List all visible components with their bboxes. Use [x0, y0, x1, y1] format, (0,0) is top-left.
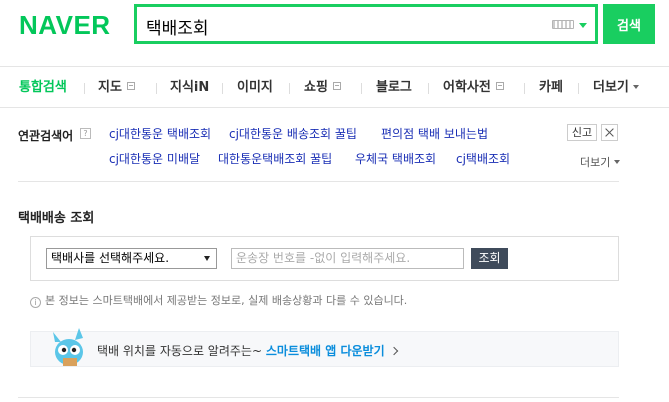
carrier-select-value: 택배사를 선택해주세요. [51, 251, 170, 265]
info-icon: i [30, 297, 41, 308]
tab-more[interactable]: 더보기 [593, 79, 639, 97]
help-icon[interactable]: ? [80, 128, 91, 139]
tab-divider [578, 83, 579, 94]
tab-images[interactable]: 이미지 [237, 79, 273, 97]
tab-blog[interactable]: 블로그 [376, 79, 412, 97]
new-window-icon [495, 82, 504, 90]
related-search-link[interactable]: cj대한통운 택배조회 [109, 127, 211, 141]
related-search-link[interactable]: cj대한통운 미배달 [109, 152, 200, 166]
tab-label: 지도 [98, 80, 122, 95]
more-label: 더보기 [580, 156, 611, 169]
carrier-select[interactable]: 택배사를 선택해주세요. [46, 248, 217, 269]
section-divider [18, 181, 619, 182]
banner-message: 택배 위치를 자동으로 알려주는~ [97, 344, 263, 358]
related-search-link[interactable]: 대한통운택배조회 꿀팁 [218, 152, 332, 166]
autocomplete-toggle-icon[interactable] [579, 23, 587, 28]
header: NAVER 검색 [0, 0, 669, 62]
mascot-icon [53, 328, 83, 366]
info-notice: i 본 정보는 스마트택배에서 제공받는 정보로, 실제 배송상황과 다를 수 있… [30, 292, 407, 308]
related-search-link[interactable]: 우체국 택배조회 [355, 152, 436, 166]
tab-label: 더보기 [593, 80, 629, 95]
related-more-button[interactable]: 더보기 [580, 154, 621, 170]
related-searches: 연관검색어 ? cj대한통운 택배조회 cj대한통운 배송조회 꿀팁 편의점 택… [0, 109, 669, 181]
tab-cafe[interactable]: 카페 [539, 79, 563, 97]
tab-kin[interactable]: 지식iN [170, 79, 209, 97]
search-tabs: 통합검색 지도 지식iN 이미지 쇼핑 블로그 어학사전 카페 더보기 [0, 66, 669, 108]
tab-dictionary[interactable]: 어학사전 [443, 79, 504, 97]
tab-divider [524, 83, 525, 94]
tab-shopping[interactable]: 쇼핑 [304, 79, 341, 97]
search-box[interactable] [134, 4, 598, 44]
lookup-button[interactable]: 조회 [471, 248, 508, 269]
app-download-banner[interactable]: 택배 위치를 자동으로 알려주는~ 스마트택배 앱 다운받기 [30, 328, 619, 367]
tab-divider [156, 83, 157, 94]
tab-map[interactable]: 지도 [98, 79, 135, 97]
related-search-link[interactable]: 편의점 택배 보내는법 [381, 127, 488, 141]
related-search-link[interactable]: cj택배조회 [456, 152, 510, 166]
tab-divider [428, 83, 429, 94]
tab-divider [84, 83, 85, 94]
delivery-section-title: 택배배송 조회 [18, 211, 95, 226]
tab-integrated-search[interactable]: 통합검색 [19, 79, 67, 97]
chevron-down-icon [204, 256, 210, 261]
chevron-down-icon [614, 160, 621, 164]
related-search-link[interactable]: cj대한통운 배송조회 꿀팁 [229, 127, 357, 141]
tab-divider [289, 83, 290, 94]
tab-label: 어학사전 [443, 80, 491, 95]
new-window-icon [332, 82, 341, 90]
tab-divider [361, 83, 362, 94]
keyboard-icon[interactable] [552, 20, 574, 29]
info-text: 본 정보는 스마트택배에서 제공받는 정보로, 실제 배송상황과 다를 수 있습… [45, 294, 408, 307]
naver-logo[interactable]: NAVER [19, 10, 111, 40]
close-icon[interactable] [601, 124, 618, 141]
new-window-icon [126, 82, 135, 90]
chevron-down-icon [632, 85, 639, 89]
search-input[interactable] [146, 13, 526, 39]
tab-label: 쇼핑 [304, 80, 328, 95]
tracking-number-input[interactable]: 운송장 번호를 -없이 입력해주세요. [231, 248, 464, 269]
tracking-form: 택배사를 선택해주세요. 운송장 번호를 -없이 입력해주세요. 조회 [30, 236, 619, 281]
app-download-link[interactable]: 스마트택배 앱 다운받기 [266, 344, 385, 358]
banner-text: 택배 위치를 자동으로 알려주는~ 스마트택배 앱 다운받기 [97, 342, 398, 359]
section-divider [18, 397, 619, 398]
tab-divider [222, 83, 223, 94]
chevron-right-icon [389, 346, 398, 356]
related-searches-title: 연관검색어 [18, 129, 74, 143]
search-button[interactable]: 검색 [603, 4, 655, 44]
report-button[interactable]: 신고 [567, 124, 597, 141]
